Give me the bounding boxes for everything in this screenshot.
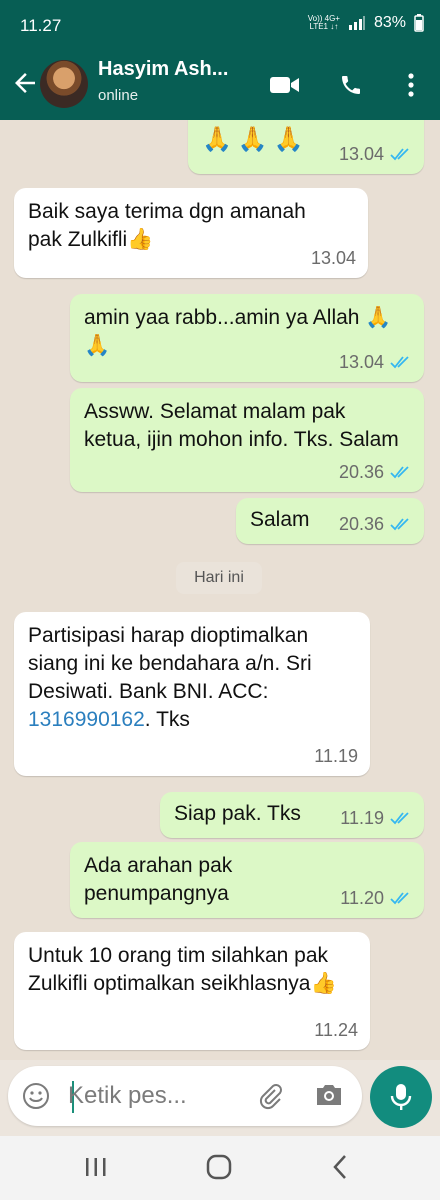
message-text: Assww. Selamat malam pak ketua, ijin moh… [84,400,399,451]
phone-icon [342,76,360,94]
signal-icon [348,16,365,30]
emoji-icon[interactable] [22,1082,50,1110]
back-arrow-icon[interactable] [10,68,40,98]
message-text: Partisipasi harap dioptimalkan siang ini… [28,622,358,734]
battery-percent: 83% [373,14,406,31]
read-ticks-icon [390,356,409,369]
status-icons: Vo)) 4G+ LTE1 ↓↑ 83% [308,14,424,32]
read-ticks-icon [390,518,409,531]
message-time: 13.04 [338,144,384,164]
message-time: 11.24 [314,1020,358,1040]
message-incoming[interactable]: Untuk 10 orang tim silahkan pak Zulkifli… [14,932,370,1050]
chat-area[interactable]: 🙏🙏🙏 13.04 Baik saya terima dgn amanah pa… [0,120,440,1060]
message-incoming[interactable]: Baik saya terima dgn amanah pak Zulkifli… [14,188,368,278]
message-outgoing[interactable]: Ada arahan pak penumpangnya 11.20 [70,842,424,918]
message-outgoing[interactable]: Salam 20.36 [236,498,424,544]
message-meta: 11.20 [340,884,412,912]
message-meta: 20.36 [339,458,412,486]
read-ticks-icon [390,812,409,825]
contact-status: online [98,87,139,104]
video-camera-icon [270,77,299,93]
battery-icon [414,14,424,32]
message-outgoing[interactable]: Siap pak. Tks 11.19 [160,792,424,838]
message-text-after: . Tks [144,708,190,731]
more-vertical-icon [408,73,414,97]
read-ticks-icon [390,148,409,161]
message-time: 20.36 [338,514,384,534]
message-outgoing[interactable]: 🙏🙏🙏 13.04 [188,120,424,174]
voice-call-button[interactable] [336,70,366,100]
message-outgoing[interactable]: amin yaa rabb...amin ya Allah 🙏🙏 13.04 [70,294,424,382]
message-composer[interactable]: Ketik pes... [8,1066,362,1126]
date-divider: Hari ini [176,562,262,594]
video-call-button[interactable] [270,70,300,100]
message-outgoing[interactable]: Assww. Selamat malam pak ketua, ijin moh… [70,388,424,492]
system-navigation-bar [0,1136,440,1200]
message-time: 11.19 [314,746,358,766]
account-number-link[interactable]: 1316990162 [28,708,145,731]
microphone-icon [390,1084,412,1110]
contact-avatar[interactable] [40,60,88,108]
home-icon[interactable] [206,1154,232,1180]
voice-message-button[interactable] [370,1066,432,1128]
message-text: Untuk 10 orang tim silahkan pak Zulkifli… [28,944,337,995]
read-ticks-icon [390,466,409,479]
message-time: 11.19 [340,808,384,828]
message-meta: 20.36 [339,510,412,538]
message-meta: 13.04 [311,244,356,272]
chat-header: Hasyim Ash... online [0,52,440,120]
status-time: 11.27 [20,16,62,35]
message-time: 20.36 [338,462,384,482]
message-incoming[interactable]: Partisipasi harap dioptimalkan siang ini… [14,612,370,776]
message-meta: 11.24 [314,1016,358,1044]
network-bottom: LTE1 ↓↑ [309,22,339,31]
recent-apps-icon[interactable] [84,1156,108,1178]
message-meta: 11.19 [314,742,358,770]
read-ticks-icon [390,892,409,905]
message-meta: 13.04 [339,140,412,168]
message-time: 13.04 [338,352,384,372]
message-input[interactable]: Ketik pes... [68,1082,187,1110]
back-icon[interactable] [332,1154,348,1180]
message-text-before: Partisipasi harap dioptimalkan siang ini… [28,624,312,703]
message-text: Ada arahan pak penumpangnya [84,854,233,905]
message-text: Baik saya terima dgn amanah pak Zulkifli… [28,200,306,251]
message-meta: 13.04 [339,348,412,376]
camera-icon[interactable] [314,1082,344,1108]
contact-name[interactable]: Hasyim Ash... [98,58,258,81]
status-bar: 11.27 Vo)) 4G+ LTE1 ↓↑ 83% [0,0,440,52]
more-options-button[interactable] [396,70,426,100]
message-meta: 11.19 [340,804,412,832]
message-time: 13.04 [310,248,356,268]
attachment-icon[interactable] [256,1082,284,1110]
message-time: 11.20 [340,888,384,908]
network-indicator: Vo)) 4G+ LTE1 ↓↑ [308,15,340,31]
